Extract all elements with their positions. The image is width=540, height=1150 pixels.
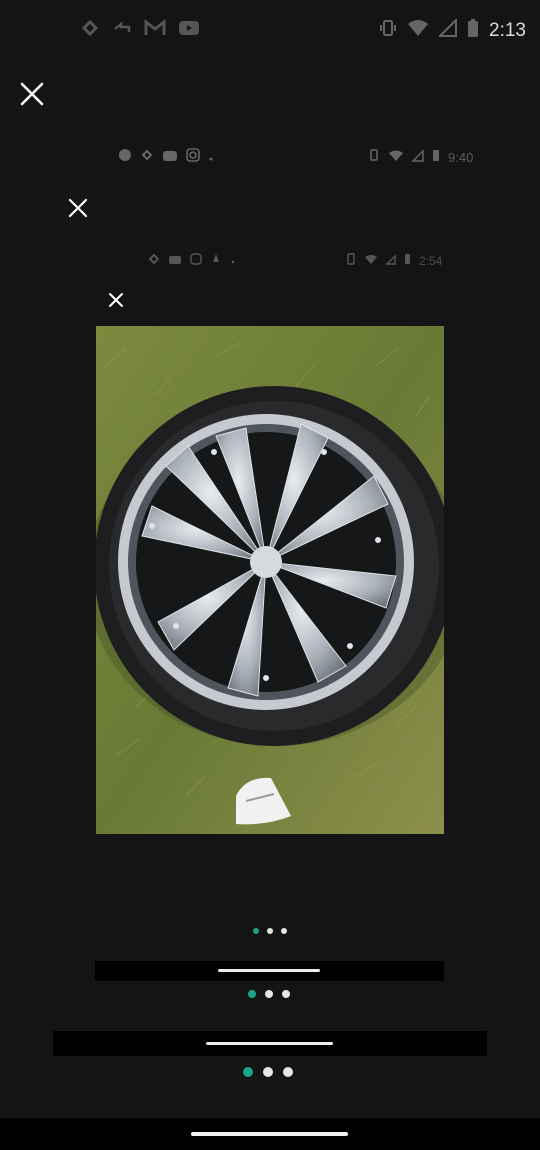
page-indicator-nested-2 [253,928,287,934]
page-indicator-nested-1 [248,990,290,998]
vibrate-icon [346,252,356,270]
page-dot[interactable] [265,990,273,998]
close-icon [68,198,88,218]
nested-status-bar-left-1 [118,148,214,167]
nested-status-bar-left-2 [148,252,236,270]
youtube-icon [168,252,182,270]
vibrate-icon [379,18,397,43]
wifi-icon [388,149,404,167]
page-dot-active[interactable] [248,990,256,998]
battery-icon [404,252,411,270]
listing-photo[interactable] [96,326,444,834]
dot-icon [230,252,236,270]
signal-icon [385,252,396,270]
dot-icon [208,149,214,167]
notification-icon [210,252,222,270]
page-dot-active[interactable] [243,1067,253,1077]
nav-handle [218,969,320,972]
messenger-icon [118,148,132,167]
nested-status-time-2: 2:54 [419,254,443,268]
nested-nav-bar-2 [95,961,444,981]
status-bar-notification-icons [80,18,200,43]
instagram-icon [190,252,202,270]
gmail-icon [144,18,166,42]
status-bar-system-icons: 2:13 [379,17,526,43]
wheel-image [96,326,444,834]
close-button-nested-2[interactable] [106,290,126,310]
vibrate-icon [368,148,380,167]
wifi-icon [364,252,378,270]
wifi-icon [407,19,429,42]
page-dot[interactable] [281,928,287,934]
instagram-icon [186,148,200,167]
link-icon [140,148,154,167]
page-dot[interactable] [282,990,290,998]
nested-status-time-1: 9:40 [448,150,474,165]
close-icon [109,293,123,307]
page-dot[interactable] [283,1067,293,1077]
nested-nav-bar-1 [53,1031,487,1056]
close-button[interactable] [16,78,48,110]
home-gesture-handle[interactable] [191,1132,348,1136]
signal-icon [437,17,458,42]
page-indicator [243,1067,293,1077]
link-icon [148,252,160,270]
page-dot[interactable] [263,1067,273,1077]
youtube-icon [178,19,200,42]
page-dot-active[interactable] [253,928,259,934]
nav-handle [206,1042,333,1045]
status-bar: 2:13 [0,0,540,60]
battery-icon [467,18,479,43]
close-icon [20,82,44,106]
battery-icon [432,148,440,167]
nested-status-bar-right-1: 9:40 [368,148,473,167]
reply-icon [112,18,132,43]
link-icon [80,18,100,43]
page-dot[interactable] [267,928,273,934]
nested-status-bar-right-2: 2:54 [346,252,442,270]
signal-icon [411,148,424,167]
youtube-icon [162,149,178,167]
close-button-nested-1[interactable] [66,196,90,220]
status-time: 2:13 [489,19,526,41]
